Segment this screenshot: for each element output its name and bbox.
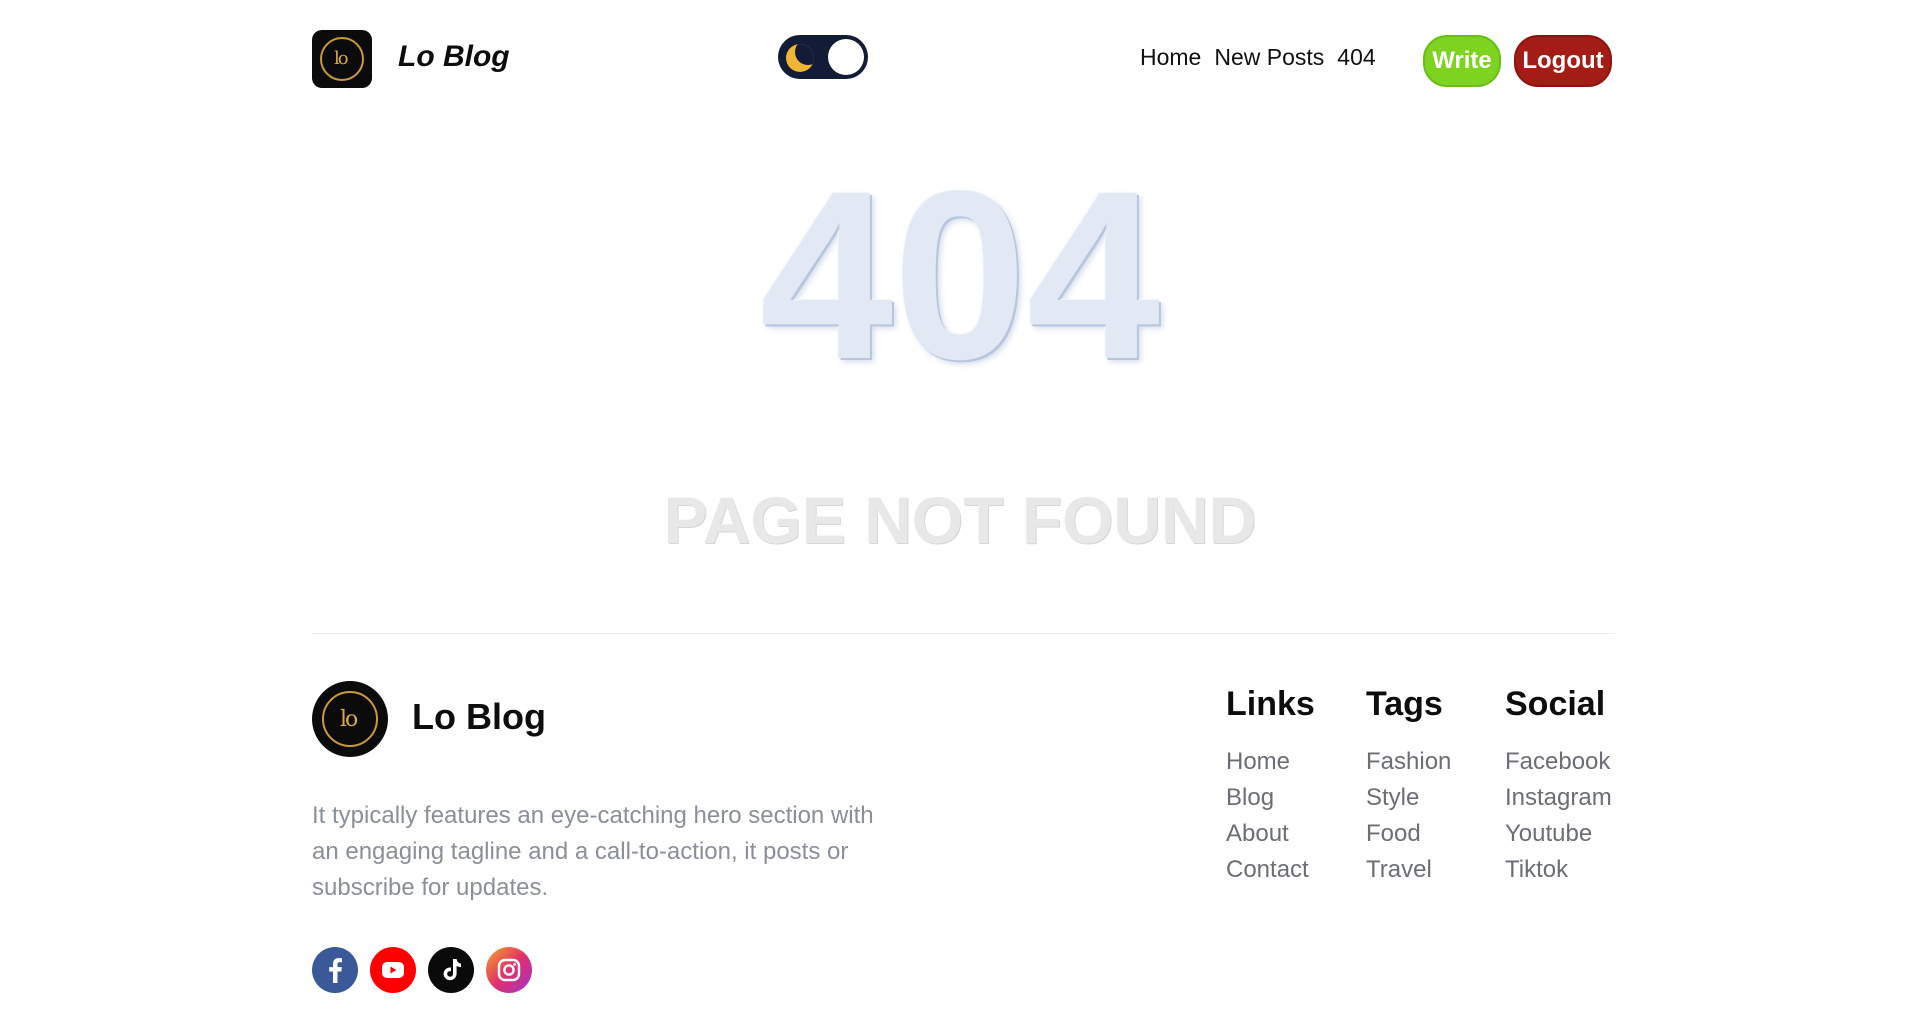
footer-links-title: Links [1226, 685, 1315, 723]
error-code: 404 [759, 141, 1161, 409]
footer-social-youtube[interactable]: Youtube [1505, 816, 1612, 852]
footer-logo-icon[interactable]: lo [312, 681, 388, 757]
footer-social-instagram[interactable]: Instagram [1505, 780, 1612, 816]
footer-link-about[interactable]: About [1226, 816, 1315, 852]
footer-tag-style[interactable]: Style [1366, 780, 1451, 816]
nav-new-posts[interactable]: New Posts [1214, 44, 1324, 71]
footer-logo-monogram: lo [340, 707, 358, 732]
error-message: PAGE NOT FOUND [663, 483, 1257, 557]
footer-social-facebook[interactable]: Facebook [1505, 744, 1612, 780]
site-header: lo Lo Blog Home New Posts 404 Write Logo… [312, 30, 1614, 88]
youtube-icon[interactable] [370, 947, 416, 993]
write-button[interactable]: Write [1423, 35, 1501, 87]
footer-social-column: Social Facebook Instagram Youtube Tiktok [1505, 685, 1612, 888]
tiktok-icon[interactable] [428, 947, 474, 993]
theme-toggle[interactable] [778, 35, 868, 79]
footer-tags-title: Tags [1366, 685, 1443, 723]
logo-icon[interactable]: lo [312, 30, 372, 88]
main-nav: Home New Posts 404 [1140, 44, 1376, 71]
footer-divider [312, 633, 1614, 634]
nav-home[interactable]: Home [1140, 44, 1201, 71]
footer-brand[interactable]: Lo Blog [412, 696, 546, 738]
logout-button[interactable]: Logout [1514, 35, 1612, 87]
footer-tag-food[interactable]: Food [1366, 816, 1451, 852]
footer-social-title: Social [1505, 685, 1606, 723]
footer-social-tiktok[interactable]: Tiktok [1505, 852, 1612, 888]
footer-link-home[interactable]: Home [1226, 744, 1315, 780]
site-brand[interactable]: Lo Blog [398, 40, 510, 74]
footer-description: It typically features an eye-catching he… [312, 802, 874, 901]
logo-monogram: lo [334, 48, 349, 69]
footer-tag-fashion[interactable]: Fashion [1366, 744, 1451, 780]
footer-links-column: Links Home Blog About Contact [1226, 685, 1315, 888]
footer-tags-column: Tags Fashion Style Food Travel [1366, 685, 1451, 888]
footer-tag-travel[interactable]: Travel [1366, 852, 1451, 888]
moon-icon [786, 44, 814, 72]
footer-social-icons [312, 947, 532, 993]
nav-404[interactable]: 404 [1337, 44, 1375, 71]
instagram-icon[interactable] [486, 947, 532, 993]
footer-link-blog[interactable]: Blog [1226, 780, 1315, 816]
facebook-icon[interactable] [312, 947, 358, 993]
toggle-knob [828, 39, 864, 75]
footer-link-contact[interactable]: Contact [1226, 852, 1315, 888]
